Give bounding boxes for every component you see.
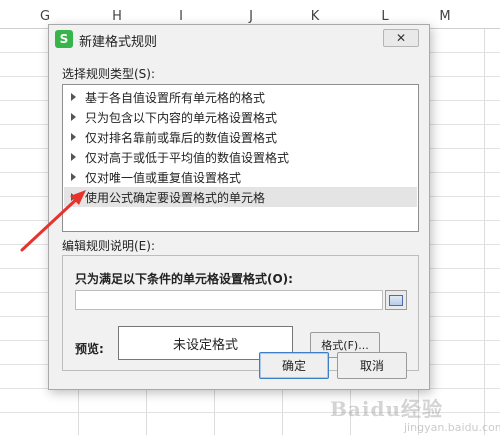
range-picker-button[interactable]	[385, 290, 407, 310]
grid-line	[484, 28, 485, 435]
rule-type-label: 仅对排名靠前或靠后的数值设置格式	[85, 130, 278, 145]
rule-type-label: 仅对高于或低于平均值的数值设置格式	[85, 150, 290, 165]
rule-type-label: 使用公式确定要设置格式的单元格	[85, 190, 266, 205]
dialog-title: 新建格式规则	[79, 35, 158, 50]
dialog-titlebar[interactable]: S 新建格式规则 ✕	[49, 25, 429, 53]
rule-type-label: 基于各自值设置所有单元格的格式	[85, 90, 266, 105]
triangle-right-icon	[71, 133, 76, 141]
rule-type-item[interactable]: 只为包含以下内容的单元格设置格式	[64, 107, 417, 127]
rule-type-label: 仅对唯一值或重复值设置格式	[85, 170, 242, 185]
triangle-right-icon	[71, 113, 76, 121]
preview-label: 预览:	[75, 342, 104, 356]
triangle-right-icon	[71, 173, 76, 181]
select-rule-type-label: 选择规则类型(S):	[62, 67, 156, 81]
triangle-right-icon	[71, 153, 76, 161]
column-header-i[interactable]: I	[166, 6, 196, 26]
rule-type-item-selected[interactable]: 使用公式确定要设置格式的单元格	[64, 187, 417, 207]
triangle-right-icon	[71, 93, 76, 101]
column-header-g[interactable]: G	[30, 6, 60, 26]
watermark-logo: Baidu经验	[330, 397, 443, 421]
rule-type-item[interactable]: 基于各自值设置所有单元格的格式	[64, 87, 417, 107]
rule-type-item[interactable]: 仅对排名靠前或靠后的数值设置格式	[64, 127, 417, 147]
watermark-url: jingyan.baidu.com	[404, 421, 500, 434]
ok-button[interactable]: 确定	[259, 352, 329, 379]
triangle-right-icon	[71, 193, 76, 201]
close-button[interactable]: ✕	[383, 29, 419, 47]
rule-type-list[interactable]: 基于各自值设置所有单元格的格式 只为包含以下内容的单元格设置格式 仅对排名靠前或…	[62, 84, 419, 232]
range-select-icon	[389, 294, 403, 306]
formula-input[interactable]	[75, 290, 383, 310]
rule-type-item[interactable]: 仅对高于或低于平均值的数值设置格式	[64, 147, 417, 167]
column-header-l[interactable]: L	[370, 6, 400, 26]
edit-rule-description-label: 编辑规则说明(E):	[62, 239, 155, 253]
formula-condition-heading: 只为满足以下条件的单元格设置格式(O):	[75, 272, 293, 286]
column-header-k[interactable]: K	[300, 6, 330, 26]
column-header-j[interactable]: J	[236, 6, 266, 26]
cancel-button[interactable]: 取消	[337, 352, 407, 379]
close-icon: ✕	[395, 31, 407, 45]
wps-app-icon: S	[55, 30, 73, 48]
new-format-rule-dialog: S 新建格式规则 ✕ 选择规则类型(S): 基于各自值设置所有单元格的格式 只为…	[48, 24, 430, 390]
column-header-m[interactable]: M	[430, 6, 460, 26]
rule-type-label: 只为包含以下内容的单元格设置格式	[85, 110, 278, 125]
rule-type-item[interactable]: 仅对唯一值或重复值设置格式	[64, 167, 417, 187]
column-header-h[interactable]: H	[102, 6, 132, 26]
